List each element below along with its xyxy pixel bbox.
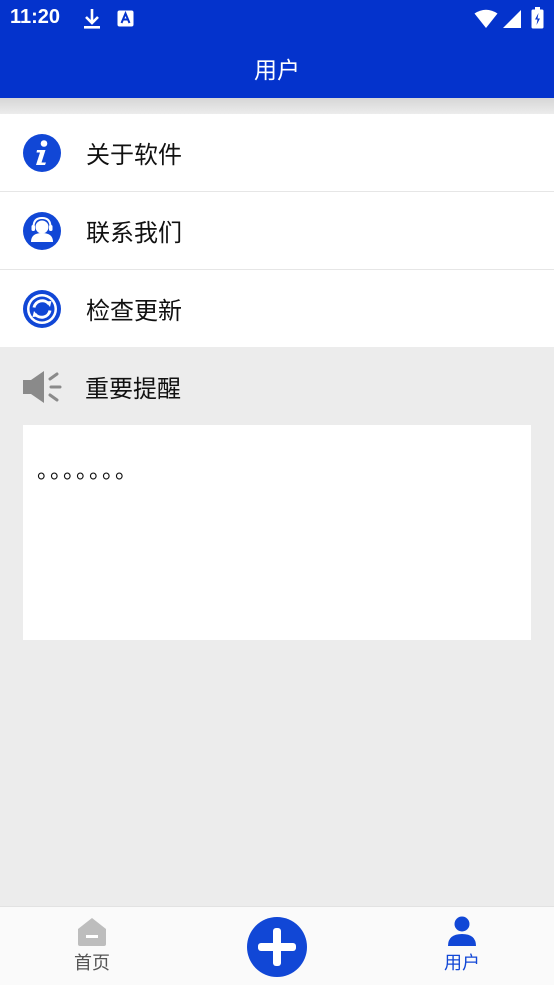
nav-tab-home[interactable]: 首页 (50, 907, 134, 985)
refresh-icon (23, 289, 61, 328)
menu-item-label: 关于软件 (86, 141, 182, 169)
wifi-icon (474, 9, 498, 28)
page-title: 用户 (254, 58, 300, 84)
notice-text: 。。。。。。。 (37, 459, 140, 484)
status-time: 11:20 (10, 6, 61, 28)
home-icon (78, 918, 106, 946)
info-icon (23, 133, 61, 172)
add-button[interactable] (247, 917, 307, 977)
download-icon (84, 9, 100, 29)
nav-user-label: 用户 (444, 953, 480, 974)
plus-icon (258, 928, 296, 966)
settings-menu: 关于软件 联系我们 检查更新 (0, 114, 554, 347)
menu-item-contact[interactable]: 联系我们 (0, 192, 554, 270)
menu-item-label: 联系我们 (86, 219, 182, 247)
contact-icon (23, 211, 61, 250)
menu-item-about[interactable]: 关于软件 (0, 114, 554, 192)
bottom-nav: 首页 用户 (0, 906, 554, 985)
nav-tab-user[interactable]: 用户 (420, 907, 504, 985)
menu-item-label: 检查更新 (86, 297, 182, 325)
notice-content-box: 。。。。。。。 (23, 425, 531, 640)
nav-home-label: 首页 (74, 953, 110, 974)
a-badge-icon (117, 10, 134, 27)
menu-item-update[interactable]: 检查更新 (0, 270, 554, 347)
status-bar: 11:20 (0, 0, 554, 38)
speaker-icon (23, 370, 62, 403)
signal-icon (503, 10, 521, 28)
battery-icon (531, 7, 544, 29)
app-header: 用户 (0, 38, 554, 98)
notice-header: 重要提醒 (0, 348, 554, 425)
user-icon (448, 916, 476, 946)
notice-title: 重要提醒 (85, 375, 181, 403)
header-shadow (0, 98, 554, 114)
